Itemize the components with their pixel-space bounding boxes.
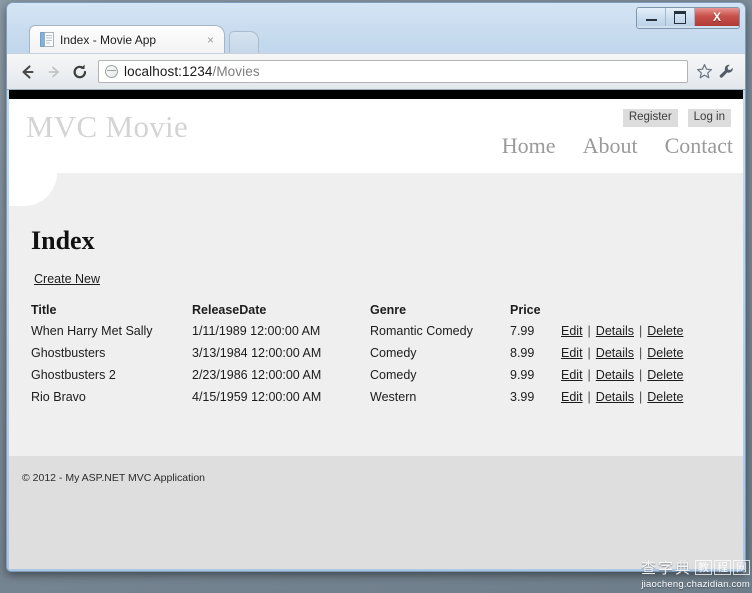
create-new-link[interactable]: Create New — [34, 272, 100, 286]
maximize-icon — [674, 10, 686, 24]
cell-title: Ghostbusters — [31, 346, 106, 360]
table-row: Rio Bravo 4/15/1959 12:00:00 AM Western … — [31, 390, 683, 412]
delete-link[interactable]: Delete — [647, 346, 683, 360]
forward-button[interactable] — [41, 59, 67, 85]
cell-actions: Edit | Details | Delete — [561, 346, 683, 368]
reload-button[interactable] — [67, 59, 93, 85]
tab-strip: Index - Movie App × — [7, 25, 745, 53]
details-link[interactable]: Details — [596, 390, 634, 404]
window-controls: X — [636, 7, 740, 29]
page-viewport: MVC Movie Register Log in Home About Con… — [9, 90, 743, 569]
action-separator: | — [587, 368, 591, 382]
action-separator: | — [587, 346, 591, 360]
delete-link[interactable]: Delete — [647, 368, 683, 382]
cell-actions: Edit | Details | Delete — [561, 324, 683, 346]
cell-genre: Comedy — [370, 346, 417, 360]
cell-release-date: 3/13/1984 12:00:00 AM — [192, 346, 322, 360]
cell-price: 3.99 — [510, 390, 535, 404]
cell-title: When Harry Met Sally — [31, 324, 153, 338]
auth-links: Register Log in — [622, 109, 731, 127]
document-icon — [40, 32, 54, 47]
table-row: When Harry Met Sally 1/11/1989 12:00:00 … — [31, 324, 683, 346]
cell-release-date: 2/23/1986 12:00:00 AM — [192, 368, 322, 382]
content-body: Index Create New Title ReleaseDate Genre… — [9, 173, 743, 456]
wrench-icon[interactable] — [715, 61, 737, 83]
action-separator: | — [639, 368, 643, 382]
maximize-button[interactable] — [666, 8, 695, 26]
login-link[interactable]: Log in — [687, 109, 731, 127]
cell-release-date: 1/11/1989 12:00:00 AM — [192, 324, 321, 338]
address-bar[interactable]: localhost:1234/Movies — [98, 60, 688, 83]
cell-genre: Romantic Comedy — [370, 324, 473, 338]
minimize-icon — [645, 19, 657, 21]
bookmark-star-icon[interactable] — [693, 61, 715, 83]
cell-actions: Edit | Details | Delete — [561, 368, 683, 390]
new-tab-button[interactable] — [229, 31, 259, 53]
action-separator: | — [639, 324, 643, 338]
edit-link[interactable]: Edit — [561, 324, 583, 338]
table-header-row: Title ReleaseDate Genre Price — [31, 303, 683, 324]
movies-table: Title ReleaseDate Genre Price When Harry… — [31, 303, 683, 412]
url-path: /Movies — [212, 64, 260, 79]
cell-title: Ghostbusters 2 — [31, 368, 116, 382]
cell-price: 8.99 — [510, 346, 535, 360]
column-header-releasedate: ReleaseDate — [192, 303, 267, 317]
tab-index-movie-app[interactable]: Index - Movie App × — [29, 25, 225, 53]
minimize-button[interactable] — [637, 8, 666, 26]
details-link[interactable]: Details — [596, 346, 634, 360]
table-row: Ghostbusters 3/13/1984 12:00:00 AM Comed… — [31, 346, 683, 368]
nav-item-about[interactable]: About — [583, 133, 638, 159]
footer-copyright: © 2012 - My ASP.NET MVC Application — [22, 472, 206, 484]
cell-genre: Comedy — [370, 368, 417, 382]
column-header-title: Title — [31, 303, 57, 317]
action-separator: | — [639, 346, 643, 360]
nav-item-contact[interactable]: Contact — [665, 133, 733, 159]
rounded-corner-decoration — [9, 173, 57, 206]
action-separator: | — [587, 390, 591, 404]
browser-toolbar: localhost:1234/Movies — [7, 53, 745, 90]
action-separator: | — [639, 390, 643, 404]
details-link[interactable]: Details — [596, 368, 634, 382]
edit-link[interactable]: Edit — [561, 390, 583, 404]
back-button[interactable] — [15, 59, 41, 85]
table-header: Title ReleaseDate Genre Price — [31, 303, 683, 324]
url-host: localhost:1234 — [124, 64, 213, 79]
cell-release-date: 4/15/1959 12:00:00 AM — [192, 390, 322, 404]
edit-link[interactable]: Edit — [561, 368, 583, 382]
tab-title: Index - Movie App — [60, 32, 157, 47]
cell-price: 7.99 — [510, 324, 535, 338]
site-footer: © 2012 - My ASP.NET MVC Application — [9, 456, 743, 569]
cell-genre: Western — [370, 390, 417, 404]
site-brand[interactable]: MVC Movie — [26, 109, 188, 145]
delete-link[interactable]: Delete — [647, 324, 683, 338]
site-header: MVC Movie Register Log in Home About Con… — [9, 99, 743, 173]
url-text: localhost:1234/Movies — [124, 64, 260, 79]
table-body: When Harry Met Sally 1/11/1989 12:00:00 … — [31, 324, 683, 412]
cell-price: 9.99 — [510, 368, 535, 382]
close-button[interactable]: X — [695, 8, 739, 26]
top-black-band — [9, 90, 743, 99]
details-link[interactable]: Details — [596, 324, 634, 338]
cell-actions: Edit | Details | Delete — [561, 390, 683, 412]
column-header-price: Price — [510, 303, 541, 317]
nav-item-home[interactable]: Home — [502, 133, 556, 159]
browser-window: X Index - Movie App × localhost:1234/Mov… — [6, 2, 746, 572]
main-nav: Home About Contact — [502, 133, 733, 159]
action-separator: | — [587, 324, 591, 338]
edit-link[interactable]: Edit — [561, 346, 583, 360]
page-title: Index — [31, 226, 95, 255]
register-link[interactable]: Register — [622, 109, 678, 127]
column-header-actions — [561, 303, 683, 324]
close-icon[interactable]: × — [203, 33, 218, 47]
delete-link[interactable]: Delete — [647, 390, 683, 404]
column-header-genre: Genre — [370, 303, 407, 317]
globe-icon — [105, 65, 118, 78]
cell-title: Rio Bravo — [31, 390, 86, 404]
table-row: Ghostbusters 2 2/23/1986 12:00:00 AM Com… — [31, 368, 683, 390]
